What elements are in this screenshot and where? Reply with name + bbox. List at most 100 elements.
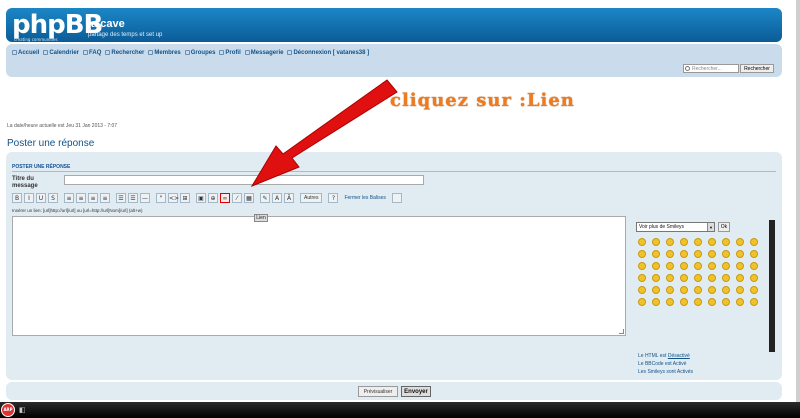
- smiley-icon[interactable]: [638, 298, 646, 306]
- smiley-icon[interactable]: [722, 238, 730, 246]
- nav-item-deconnexion[interactable]: Déconnexion [ vatanes38 ]: [287, 50, 369, 56]
- smiley-icon[interactable]: [680, 298, 688, 306]
- smiley-icon[interactable]: [708, 274, 716, 282]
- close-tags-link[interactable]: Fermer les Balises: [344, 195, 385, 201]
- font-button[interactable]: A: [272, 193, 282, 203]
- search-button[interactable]: Rechercher: [740, 64, 774, 73]
- smiley-icon[interactable]: [666, 250, 674, 258]
- underline-button[interactable]: U: [36, 193, 46, 203]
- nav-item-rechercher[interactable]: Rechercher: [105, 50, 144, 56]
- strike-button[interactable]: S: [48, 193, 58, 203]
- smiley-icon[interactable]: [708, 238, 716, 246]
- smiley-icon[interactable]: [722, 298, 730, 306]
- smiley-icon[interactable]: [722, 286, 730, 294]
- page-scrollbar[interactable]: [796, 0, 800, 402]
- smiley-scrollbar[interactable]: [769, 220, 775, 352]
- smiley-icon[interactable]: [750, 262, 758, 270]
- wysiwyg-toggle-icon[interactable]: [391, 193, 402, 203]
- media-button[interactable]: ▦: [244, 193, 254, 203]
- smiley-icon[interactable]: [736, 262, 744, 270]
- link-button[interactable]: ∞: [220, 193, 230, 203]
- smiley-icon[interactable]: [652, 262, 660, 270]
- smiley-icon[interactable]: [666, 274, 674, 282]
- quote-button[interactable]: ": [156, 193, 166, 203]
- align-left-button[interactable]: ≡: [64, 193, 74, 203]
- subject-field[interactable]: [64, 175, 424, 185]
- italic-button[interactable]: I: [24, 193, 34, 203]
- smiley-icon[interactable]: [652, 274, 660, 282]
- nav-item-groupes[interactable]: Groupes: [184, 50, 215, 56]
- smiley-icon[interactable]: [736, 286, 744, 294]
- align-justify-button[interactable]: ≡: [100, 193, 110, 203]
- nav-item-faq[interactable]: FAQ: [83, 50, 101, 56]
- ordered-list-button[interactable]: ☰: [128, 193, 138, 203]
- smiley-icon[interactable]: [694, 238, 702, 246]
- preview-button[interactable]: Prévisualiser: [358, 386, 398, 397]
- size-button[interactable]: Ā: [284, 193, 294, 203]
- align-center-button[interactable]: ≡: [76, 193, 86, 203]
- smiley-icon[interactable]: [694, 286, 702, 294]
- message-textarea[interactable]: [12, 216, 626, 336]
- smiley-icon[interactable]: [750, 286, 758, 294]
- code-button[interactable]: <>: [168, 193, 179, 203]
- smiley-icon[interactable]: [750, 238, 758, 246]
- smiley-icon[interactable]: [638, 274, 646, 282]
- smiley-icon[interactable]: [652, 286, 660, 294]
- nav-item-accueil[interactable]: Accueil: [12, 50, 39, 56]
- table-button[interactable]: ⊞: [180, 193, 190, 203]
- smiley-icon[interactable]: [666, 298, 674, 306]
- nav-item-messagerie[interactable]: Messagerie: [244, 50, 283, 56]
- smiley-icon[interactable]: [750, 250, 758, 258]
- smiley-icon[interactable]: [680, 250, 688, 258]
- smiley-icon[interactable]: [750, 298, 758, 306]
- smiley-icon[interactable]: [722, 274, 730, 282]
- smiley-icon[interactable]: [694, 250, 702, 258]
- smiley-icon[interactable]: [638, 286, 646, 294]
- start-button[interactable]: ARP: [1, 403, 15, 417]
- smiley-icon[interactable]: [694, 262, 702, 270]
- smiley-icon[interactable]: [708, 250, 716, 258]
- search-input[interactable]: Rechercher...: [683, 64, 739, 73]
- smiley-icon[interactable]: [638, 238, 646, 246]
- bold-button[interactable]: B: [12, 193, 22, 203]
- resize-handle-icon[interactable]: [619, 329, 624, 334]
- unlink-button[interactable]: ⁄: [232, 193, 242, 203]
- smiley-icon[interactable]: [638, 262, 646, 270]
- image-button[interactable]: ▣: [196, 193, 206, 203]
- help-icon[interactable]: ?: [328, 193, 339, 203]
- smiley-icon[interactable]: [750, 274, 758, 282]
- smiley-icon[interactable]: [736, 274, 744, 282]
- smiley-icon[interactable]: [708, 298, 716, 306]
- smiley-category-select[interactable]: Voir plus de Smileys ▼: [636, 222, 715, 232]
- smiley-icon[interactable]: [652, 250, 660, 258]
- smiley-icon[interactable]: [638, 250, 646, 258]
- smiley-icon[interactable]: [708, 286, 716, 294]
- smiley-icon[interactable]: [666, 262, 674, 270]
- smiley-icon[interactable]: [694, 274, 702, 282]
- site-title[interactable]: la cave: [88, 18, 125, 30]
- smiley-icon[interactable]: [694, 298, 702, 306]
- more-button[interactable]: Autres: [300, 193, 323, 203]
- smiley-icon[interactable]: [652, 238, 660, 246]
- html-status-link[interactable]: Désactivé: [668, 353, 690, 359]
- color-button[interactable]: ✎: [260, 193, 270, 203]
- smiley-icon[interactable]: [666, 286, 674, 294]
- smiley-icon[interactable]: [722, 262, 730, 270]
- hr-button[interactable]: —: [140, 193, 150, 203]
- nav-item-calendrier[interactable]: Calendrier: [43, 50, 79, 56]
- smiley-icon[interactable]: [736, 238, 744, 246]
- embed-button[interactable]: ⊕: [208, 193, 218, 203]
- smiley-icon[interactable]: [680, 262, 688, 270]
- nav-item-membres[interactable]: Membres: [148, 50, 181, 56]
- smiley-icon[interactable]: [736, 298, 744, 306]
- smiley-icon[interactable]: [722, 250, 730, 258]
- smiley-icon[interactable]: [708, 262, 716, 270]
- smiley-icon[interactable]: [666, 238, 674, 246]
- submit-button[interactable]: Envoyer: [401, 386, 431, 397]
- smiley-icon[interactable]: [652, 298, 660, 306]
- smiley-ok-button[interactable]: Ok: [718, 222, 730, 232]
- smiley-icon[interactable]: [680, 274, 688, 282]
- list-button[interactable]: ☰: [116, 193, 126, 203]
- smiley-icon[interactable]: [680, 286, 688, 294]
- align-right-button[interactable]: ≡: [88, 193, 98, 203]
